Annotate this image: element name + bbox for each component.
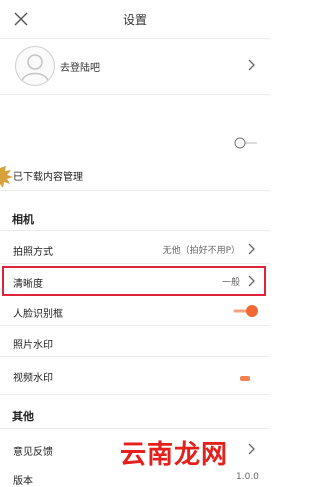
chevron-right-icon	[248, 275, 255, 287]
downloads-label[interactable]: 已下载内容管理	[13, 168, 83, 183]
shooting-mode-row[interactable]: 拍照方式 无他（拍好不用P）	[0, 237, 270, 261]
watermark-text: 云南龙网	[120, 440, 229, 470]
chevron-right-icon	[248, 243, 255, 255]
section-heading-other: 其他	[12, 410, 34, 423]
shooting-mode-value: 无他（拍好不用P）	[162, 246, 240, 256]
face-detect-row: 人脸识别框	[0, 299, 270, 323]
clarity-label: 清晰度	[13, 279, 43, 290]
photo-watermark-row[interactable]: 照片水印	[0, 330, 270, 354]
feedback-label: 意见反馈	[13, 447, 53, 458]
watermark: 云南龙网	[120, 434, 266, 470]
divider	[0, 38, 270, 39]
divider	[0, 394, 270, 395]
login-row[interactable]: 去登陆吧	[0, 40, 270, 92]
leaf-icon	[0, 166, 13, 188]
divider	[0, 263, 270, 264]
version-value: 1.0.0	[236, 472, 259, 482]
divider	[0, 325, 270, 326]
video-watermark-toggle[interactable]	[240, 376, 250, 381]
section-heading-camera: 相机	[12, 213, 34, 226]
photo-watermark-label: 照片水印	[13, 340, 53, 351]
chevron-right-icon	[248, 59, 255, 71]
divider	[0, 94, 270, 95]
divider	[0, 428, 270, 429]
video-watermark-label: 视频水印	[13, 373, 53, 384]
face-detect-toggle[interactable]	[233, 304, 259, 318]
page-title: 设置	[122, 13, 147, 27]
face-detect-label: 人脸识别框	[13, 309, 63, 320]
video-watermark-row[interactable]: 视频水印	[0, 363, 270, 387]
login-label: 去登陆吧	[60, 63, 100, 74]
download-toggle[interactable]	[234, 137, 258, 149]
divider	[0, 356, 270, 357]
top-bar: 设置	[0, 0, 270, 38]
clarity-row[interactable]: 清晰度 一般	[0, 269, 270, 293]
avatar-icon	[15, 46, 55, 86]
clarity-value: 一般	[221, 278, 240, 288]
shooting-mode-label: 拍照方式	[13, 247, 53, 258]
divider	[0, 230, 270, 231]
divider	[0, 190, 270, 191]
